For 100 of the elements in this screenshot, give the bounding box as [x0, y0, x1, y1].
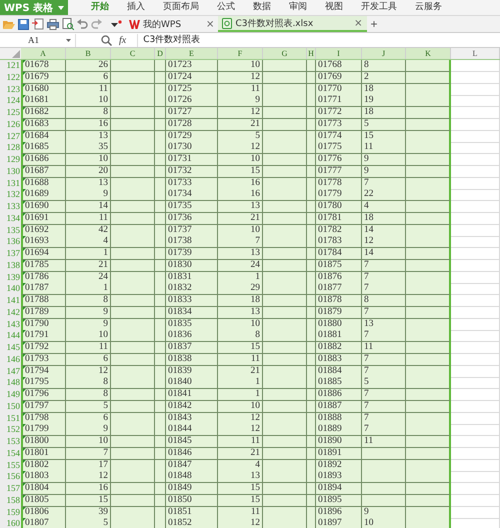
- row-header[interactable]: 158: [0, 494, 21, 507]
- table-cell: 01886: [316, 389, 362, 401]
- column-header[interactable]: I: [316, 48, 362, 59]
- row-header[interactable]: 146: [0, 354, 21, 366]
- table-cell: [451, 118, 500, 131]
- column-header[interactable]: F: [218, 48, 263, 59]
- table-cell: 01888: [316, 412, 362, 424]
- table-cell: 1: [218, 389, 263, 401]
- formula-field[interactable]: C3件数对照表: [137, 34, 500, 46]
- row-header[interactable]: 130: [0, 166, 21, 178]
- row-header[interactable]: 152: [0, 424, 21, 436]
- print-preview-icon[interactable]: [62, 18, 74, 30]
- row-header[interactable]: 136: [0, 236, 21, 248]
- row-header[interactable]: 144: [0, 330, 21, 342]
- column-header[interactable]: D: [155, 48, 166, 59]
- table-cell: [111, 130, 155, 142]
- row-header[interactable]: 132: [0, 189, 21, 202]
- row-header[interactable]: 129: [0, 154, 21, 166]
- row-header[interactable]: 156: [0, 471, 21, 484]
- app-menu-button[interactable]: WPS 表格: [0, 0, 68, 15]
- table-cell: [263, 471, 307, 484]
- row-header[interactable]: 150: [0, 400, 21, 413]
- row-header[interactable]: 143: [0, 318, 21, 330]
- row-header[interactable]: 154: [0, 448, 21, 460]
- table-cell: [263, 460, 307, 472]
- row-header[interactable]: 157: [0, 483, 21, 495]
- table-cell: 18: [362, 107, 406, 119]
- row-header[interactable]: 153: [0, 436, 21, 448]
- row-header[interactable]: 123: [0, 84, 21, 96]
- table-cell: [263, 189, 307, 202]
- menu-tab[interactable]: 数据: [244, 0, 280, 15]
- table-cell: [155, 483, 166, 495]
- document-tab[interactable]: C3件数对照表.xlsx ×: [218, 16, 367, 32]
- row-header[interactable]: 155: [0, 460, 21, 472]
- menu-tab[interactable]: 页面布局: [154, 0, 208, 15]
- menu-tab[interactable]: 公式: [208, 0, 244, 15]
- row-header[interactable]: 133: [0, 201, 21, 213]
- table-cell: [406, 166, 451, 178]
- menu-tab[interactable]: 开始: [82, 0, 118, 15]
- row-header[interactable]: 125: [0, 107, 21, 119]
- column-header[interactable]: G: [263, 48, 307, 59]
- row-header[interactable]: 121: [0, 60, 21, 72]
- column-header[interactable]: L: [451, 48, 500, 59]
- table-cell: 01891: [316, 448, 362, 460]
- new-tab-button[interactable]: +: [366, 17, 382, 31]
- menu-tab[interactable]: 视图: [316, 0, 352, 15]
- table-cell: 7: [362, 330, 406, 342]
- table-cell: [111, 494, 155, 507]
- menu-tab[interactable]: 插入: [118, 0, 154, 15]
- row-header[interactable]: 159: [0, 506, 21, 518]
- table-cell: 01890: [316, 436, 362, 448]
- column-header[interactable]: H: [307, 48, 316, 59]
- column-header[interactable]: A: [21, 48, 66, 59]
- save-icon[interactable]: [18, 18, 29, 30]
- row-header[interactable]: 151: [0, 412, 21, 424]
- undo-icon[interactable]: [77, 19, 88, 29]
- menu-tab[interactable]: 开发工具: [352, 0, 406, 15]
- row-header[interactable]: 149: [0, 389, 21, 401]
- row-header[interactable]: 134: [0, 212, 21, 225]
- dropdown-icon[interactable]: [111, 20, 122, 28]
- row-header[interactable]: 124: [0, 95, 21, 108]
- function-button[interactable]: fx: [119, 34, 126, 46]
- row-header[interactable]: 160: [0, 518, 21, 528]
- row-header[interactable]: 126: [0, 118, 21, 131]
- row-header[interactable]: 127: [0, 130, 21, 142]
- row-header[interactable]: 139: [0, 272, 21, 284]
- column-header[interactable]: C: [111, 48, 155, 59]
- close-button[interactable]: ×: [354, 18, 363, 28]
- row-header[interactable]: 145: [0, 342, 21, 354]
- row-header[interactable]: 138: [0, 260, 21, 272]
- row-header[interactable]: 141: [0, 295, 21, 307]
- table-cell: 01844: [166, 424, 218, 436]
- close-button[interactable]: ×: [206, 18, 214, 30]
- table-cell: 12: [218, 72, 263, 84]
- row-header[interactable]: 135: [0, 224, 21, 236]
- printer-icon[interactable]: [47, 18, 59, 30]
- row-header[interactable]: 131: [0, 178, 21, 190]
- row-header[interactable]: 148: [0, 377, 21, 390]
- column-header[interactable]: K: [406, 48, 451, 59]
- menu-tab[interactable]: 云服务: [406, 0, 451, 15]
- column-header[interactable]: E: [166, 48, 218, 59]
- table-cell: 01876: [316, 272, 362, 284]
- row-header[interactable]: 147: [0, 366, 21, 378]
- zoom-icon[interactable]: [101, 34, 112, 46]
- row-header[interactable]: 128: [0, 142, 21, 154]
- row-header[interactable]: 142: [0, 306, 21, 319]
- name-box[interactable]: A1: [0, 34, 76, 46]
- table-cell: [263, 330, 307, 342]
- row-header[interactable]: 137: [0, 248, 21, 260]
- table-cell: 24: [218, 260, 263, 272]
- table-cell: 39: [66, 506, 111, 518]
- table-cell: 11: [218, 436, 263, 448]
- row-header[interactable]: 140: [0, 283, 21, 296]
- document-export-icon[interactable]: [32, 18, 44, 30]
- menu-tab[interactable]: 审阅: [280, 0, 316, 15]
- row-header[interactable]: 122: [0, 72, 21, 84]
- column-header[interactable]: B: [66, 48, 111, 59]
- column-header[interactable]: J: [362, 48, 406, 59]
- table-cell: 01690: [21, 201, 66, 213]
- document-tab[interactable]: 我的WPS ×: [125, 16, 218, 32]
